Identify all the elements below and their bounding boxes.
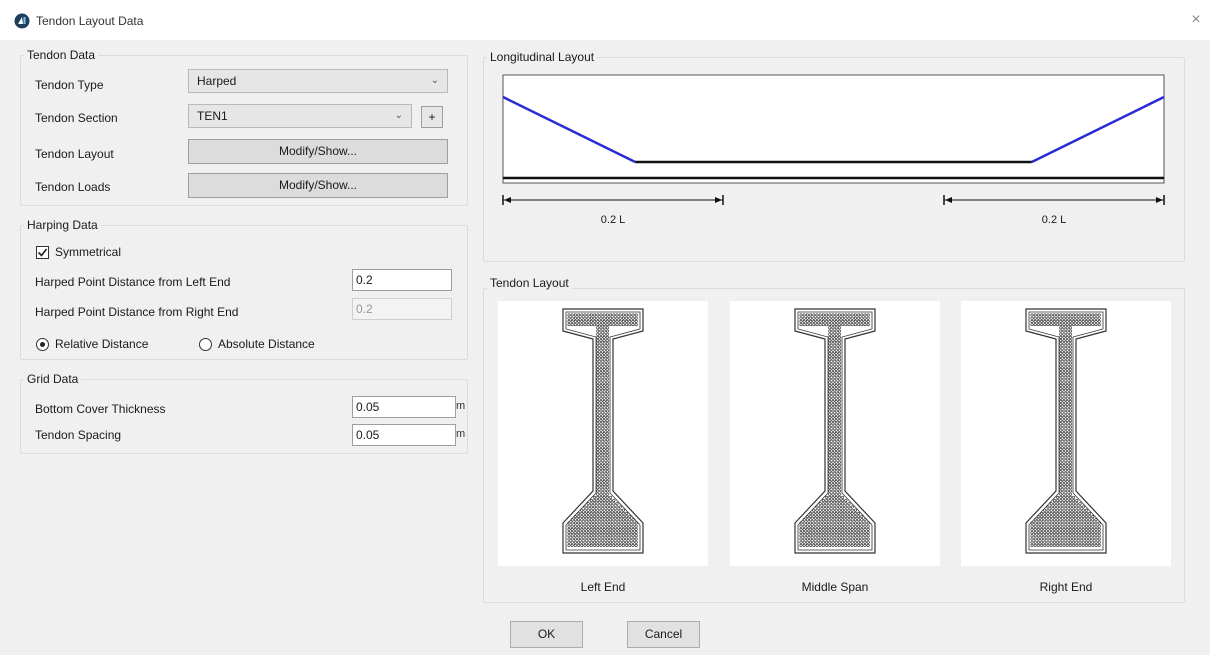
longitudinal-layout-diagram: 0.2 L 0.2 L	[502, 74, 1165, 226]
longitudinal-layout-title: Longitudinal Layout	[487, 50, 598, 64]
bottom-cover-input[interactable]: 0.05	[352, 396, 456, 418]
tendon-spacing-input[interactable]: 0.05	[352, 424, 456, 446]
section-caption-left-end: Left End	[580, 580, 626, 594]
bottom-cover-unit: m	[456, 400, 466, 412]
absolute-distance-radio[interactable]	[199, 338, 212, 351]
section-view-middle-span	[730, 301, 940, 566]
cancel-button[interactable]: Cancel	[627, 621, 700, 648]
symmetrical-label: Symmetrical	[55, 245, 122, 259]
left-distance-input[interactable]: 0.2	[352, 269, 452, 291]
tendon-layout-title: Tendon Layout	[487, 276, 572, 290]
tendon-section-select[interactable]: TEN1 ⌄	[188, 104, 412, 128]
title-bar: Tendon Layout Data ×	[0, 0, 1210, 40]
tendon-layout-modify-button[interactable]: Modify/Show...	[188, 139, 448, 164]
window-title: Tendon Layout Data	[36, 14, 144, 28]
left-dimension	[502, 195, 724, 205]
symmetrical-checkbox[interactable]	[36, 246, 49, 259]
beam-outline	[502, 74, 1165, 184]
checkmark-icon	[37, 248, 48, 257]
tendon-type-label: Tendon Type	[35, 78, 104, 92]
girder-cross-section	[562, 308, 644, 554]
tendon-layout-label: Tendon Layout	[35, 147, 114, 161]
right-dimension	[943, 195, 1165, 205]
chevron-down-icon: ⌄	[430, 75, 439, 86]
right-distance-input: 0.2	[352, 298, 452, 320]
tendon-type-select[interactable]: Harped ⌄	[188, 69, 448, 93]
tendon-loads-label: Tendon Loads	[35, 180, 111, 194]
relative-distance-label: Relative Distance	[55, 337, 149, 351]
bottom-cover-label: Bottom Cover Thickness	[35, 402, 166, 416]
tendon-type-value: Harped	[197, 74, 237, 88]
left-dimension-label: 0.2 L	[601, 214, 625, 226]
ok-button[interactable]: OK	[510, 621, 583, 648]
tendon-spacing-unit: m	[456, 428, 466, 440]
absolute-distance-label: Absolute Distance	[218, 337, 315, 351]
add-section-button[interactable]: +	[421, 106, 443, 128]
right-dimension-label: 0.2 L	[1042, 214, 1066, 226]
tendon-data-title: Tendon Data	[24, 48, 99, 62]
section-view-right-end	[961, 301, 1171, 566]
section-view-left-end	[498, 301, 708, 566]
girder-cross-section	[1025, 308, 1107, 554]
tendon-section-value: TEN1	[197, 109, 228, 123]
left-distance-label: Harped Point Distance from Left End	[35, 275, 231, 289]
section-caption-right-end: Right End	[1039, 580, 1093, 594]
relative-distance-radio[interactable]	[36, 338, 49, 351]
tendon-section-label: Tendon Section	[35, 111, 118, 125]
right-distance-label: Harped Point Distance from Right End	[35, 305, 239, 319]
harping-data-title: Harping Data	[24, 218, 101, 232]
chevron-down-icon: ⌄	[394, 110, 403, 121]
tendon-spacing-label: Tendon Spacing	[35, 428, 122, 442]
tendon-loads-modify-button[interactable]: Modify/Show...	[188, 173, 448, 198]
app-logo-icon	[14, 13, 30, 29]
close-button[interactable]: ×	[1186, 10, 1206, 30]
section-caption-middle-span: Middle Span	[801, 580, 869, 594]
grid-data-title: Grid Data	[24, 372, 82, 386]
girder-cross-section	[794, 308, 876, 554]
